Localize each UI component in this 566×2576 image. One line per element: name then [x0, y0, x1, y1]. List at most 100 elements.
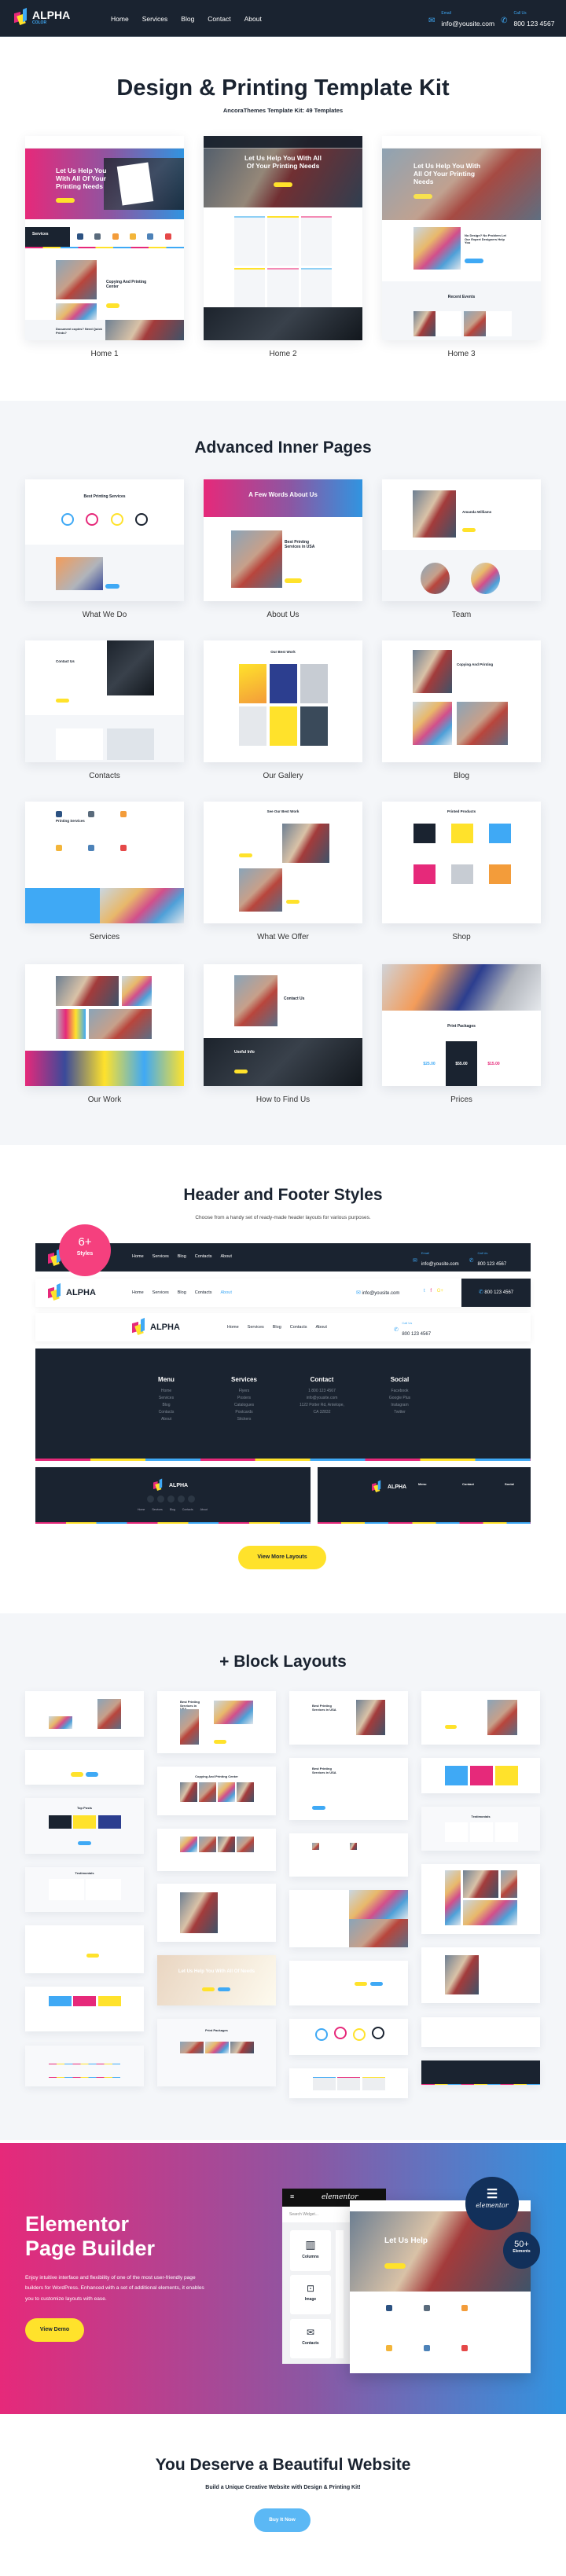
menu-item[interactable]: Services: [248, 1325, 264, 1330]
menu-about[interactable]: About: [244, 15, 262, 23]
inner-gallery[interactable]: Our Best Work: [204, 640, 362, 762]
menu-item[interactable]: Home: [227, 1325, 239, 1330]
block-preview[interactable]: [25, 1750, 144, 1785]
block-preview[interactable]: Let Us Help With All: [289, 1961, 408, 2005]
header-style-3[interactable]: ALPHA Home Services Blog Contacts About ✆ Ca…: [35, 1313, 531, 1341]
buy-it-now-button[interactable]: Buy It Now: [254, 2508, 311, 2532]
inner-label[interactable]: What We Do: [25, 611, 184, 619]
inner-about-us[interactable]: A Few Words About Us Best Printing Servi…: [204, 479, 362, 601]
menu-services[interactable]: Services: [142, 15, 168, 23]
view-more-layouts-button[interactable]: View More Layouts: [238, 1546, 326, 1569]
home-1-label[interactable]: Home 1: [25, 350, 184, 358]
inner-label[interactable]: Team: [382, 611, 541, 619]
block-preview[interactable]: Best Printing Services in USA: [289, 1758, 408, 1820]
inner-what-we-offer[interactable]: See Our Best Work: [204, 802, 362, 923]
home-2-preview[interactable]: Let Us Help You With All Of Your Printin…: [204, 136, 362, 340]
inner-shop[interactable]: Printed Products: [382, 802, 541, 923]
facebook-icon[interactable]: [147, 1495, 154, 1503]
block-preview[interactable]: Testimonials: [25, 1867, 144, 1912]
twitter-icon[interactable]: t: [424, 1289, 425, 1294]
pinterest-icon[interactable]: [178, 1495, 185, 1503]
block-preview[interactable]: [421, 1758, 540, 1793]
menu-contact[interactable]: Contact: [208, 15, 230, 23]
inner-label[interactable]: Our Gallery: [204, 772, 362, 780]
menu-item[interactable]: Services: [153, 1290, 169, 1295]
block-preview[interactable]: Best Printing Services in USA: [289, 1691, 408, 1745]
menu-blog[interactable]: Blog: [181, 15, 194, 23]
block-preview[interactable]: [25, 1691, 144, 1737]
inner-team[interactable]: Amanda Williams: [382, 479, 541, 601]
inner-label[interactable]: Shop: [382, 933, 541, 941]
block-preview[interactable]: Let Us Help With All: [25, 1925, 144, 1973]
inner-label[interactable]: How to Find Us: [204, 1095, 362, 1104]
block-preview[interactable]: [421, 2017, 540, 2047]
youtube-icon[interactable]: [188, 1495, 195, 1503]
home-1-preview[interactable]: Let Us Help You With All Of Your Printin…: [25, 136, 184, 340]
inner-how-to-find-us[interactable]: Contact Us Useful Info: [204, 964, 362, 1086]
google-plus-icon[interactable]: G+: [437, 1289, 443, 1294]
menu-item[interactable]: About: [221, 1290, 232, 1295]
inner-blog[interactable]: Copying And Printing: [382, 640, 541, 762]
menu-item[interactable]: Contacts: [195, 1254, 212, 1259]
menu-item[interactable]: About: [221, 1254, 232, 1259]
inner-label[interactable]: Prices: [382, 1095, 541, 1104]
inner-label[interactable]: What We Offer: [204, 933, 362, 941]
widget-image[interactable]: ⊡ Image: [290, 2275, 331, 2314]
block-preview[interactable]: [25, 1987, 144, 2031]
block-preview[interactable]: [421, 1864, 540, 1934]
inner-label[interactable]: Services: [25, 933, 184, 941]
inner-label[interactable]: Contacts: [25, 772, 184, 780]
inner-label[interactable]: Our Work: [25, 1095, 184, 1104]
call-label: Call Us: [513, 11, 527, 16]
inner-services[interactable]: Printing Services: [25, 802, 184, 923]
footer-style-1: Menu Home Services Blog Contacts About Servic…: [35, 1349, 531, 1461]
inner-label[interactable]: Blog: [382, 772, 541, 780]
inner-contacts[interactable]: Contact Us: [25, 640, 184, 762]
inner-label[interactable]: About Us: [204, 611, 362, 619]
menu-item[interactable]: About: [316, 1325, 327, 1330]
home-2-label[interactable]: Home 2: [204, 350, 362, 358]
block-preview[interactable]: [25, 2046, 144, 2086]
menu-item[interactable]: Home: [132, 1290, 144, 1295]
menu-home[interactable]: Home: [111, 15, 129, 23]
block-preview[interactable]: Let Us Help You With All Of Needs: [157, 1955, 276, 2005]
header-style-2[interactable]: ALPHA Home Services Blog Contacts About ✉ in…: [35, 1279, 531, 1307]
inner-our-work[interactable]: [25, 964, 184, 1086]
home-3-label[interactable]: Home 3: [382, 350, 541, 358]
block-preview[interactable]: Copying And Printing Center: [157, 1767, 276, 1815]
facebook-icon[interactable]: f: [430, 1289, 432, 1294]
widget-columns[interactable]: ▥ Columns: [290, 2230, 331, 2271]
email-icon: ✉: [356, 1290, 361, 1296]
block-preview[interactable]: Best Printing Services in USA: [157, 1691, 276, 1753]
view-demo-button[interactable]: View Demo: [25, 2318, 84, 2342]
menu-item[interactable]: Home: [132, 1254, 144, 1259]
instagram-icon[interactable]: [167, 1495, 175, 1503]
twitter-icon[interactable]: [157, 1495, 164, 1503]
home-3-preview[interactable]: Let Us Help You With All Of Your Printin…: [382, 136, 541, 340]
block-preview[interactable]: [289, 2019, 408, 2055]
block-preview[interactable]: [289, 2068, 408, 2098]
email-link[interactable]: info@yousite.com: [441, 20, 494, 28]
menu-item[interactable]: Contacts: [195, 1290, 212, 1295]
phone-link[interactable]: 800 123 4567: [513, 20, 554, 28]
block-preview[interactable]: [157, 1884, 276, 1942]
block-preview[interactable]: [157, 1829, 276, 1871]
inner-what-we-do[interactable]: Best Printing Services: [25, 479, 184, 601]
logo[interactable]: ALPHA COLOR: [14, 7, 70, 26]
block-preview[interactable]: Top Posts: [25, 1798, 144, 1854]
block-preview[interactable]: [421, 2060, 540, 2085]
menu-item[interactable]: Blog: [273, 1325, 281, 1330]
menu-item[interactable]: Blog: [178, 1254, 186, 1259]
block-preview[interactable]: Print Packages: [157, 2019, 276, 2086]
widget-contacts[interactable]: ✉ Contacts: [290, 2319, 331, 2358]
block-preview[interactable]: Testimonials: [421, 1807, 540, 1851]
block-preview[interactable]: [289, 1833, 408, 1877]
block-preview[interactable]: [289, 1890, 408, 1947]
inner-prices[interactable]: Print Packages $25.00 $55.00 $15.00: [382, 964, 541, 1086]
menu-item[interactable]: Contacts: [290, 1325, 307, 1330]
menu-item[interactable]: Services: [153, 1254, 169, 1259]
block-preview[interactable]: [421, 1947, 540, 2003]
hamburger-icon[interactable]: ≡: [290, 2193, 294, 2200]
menu-item[interactable]: Blog: [178, 1290, 186, 1295]
block-preview[interactable]: [421, 1691, 540, 1745]
